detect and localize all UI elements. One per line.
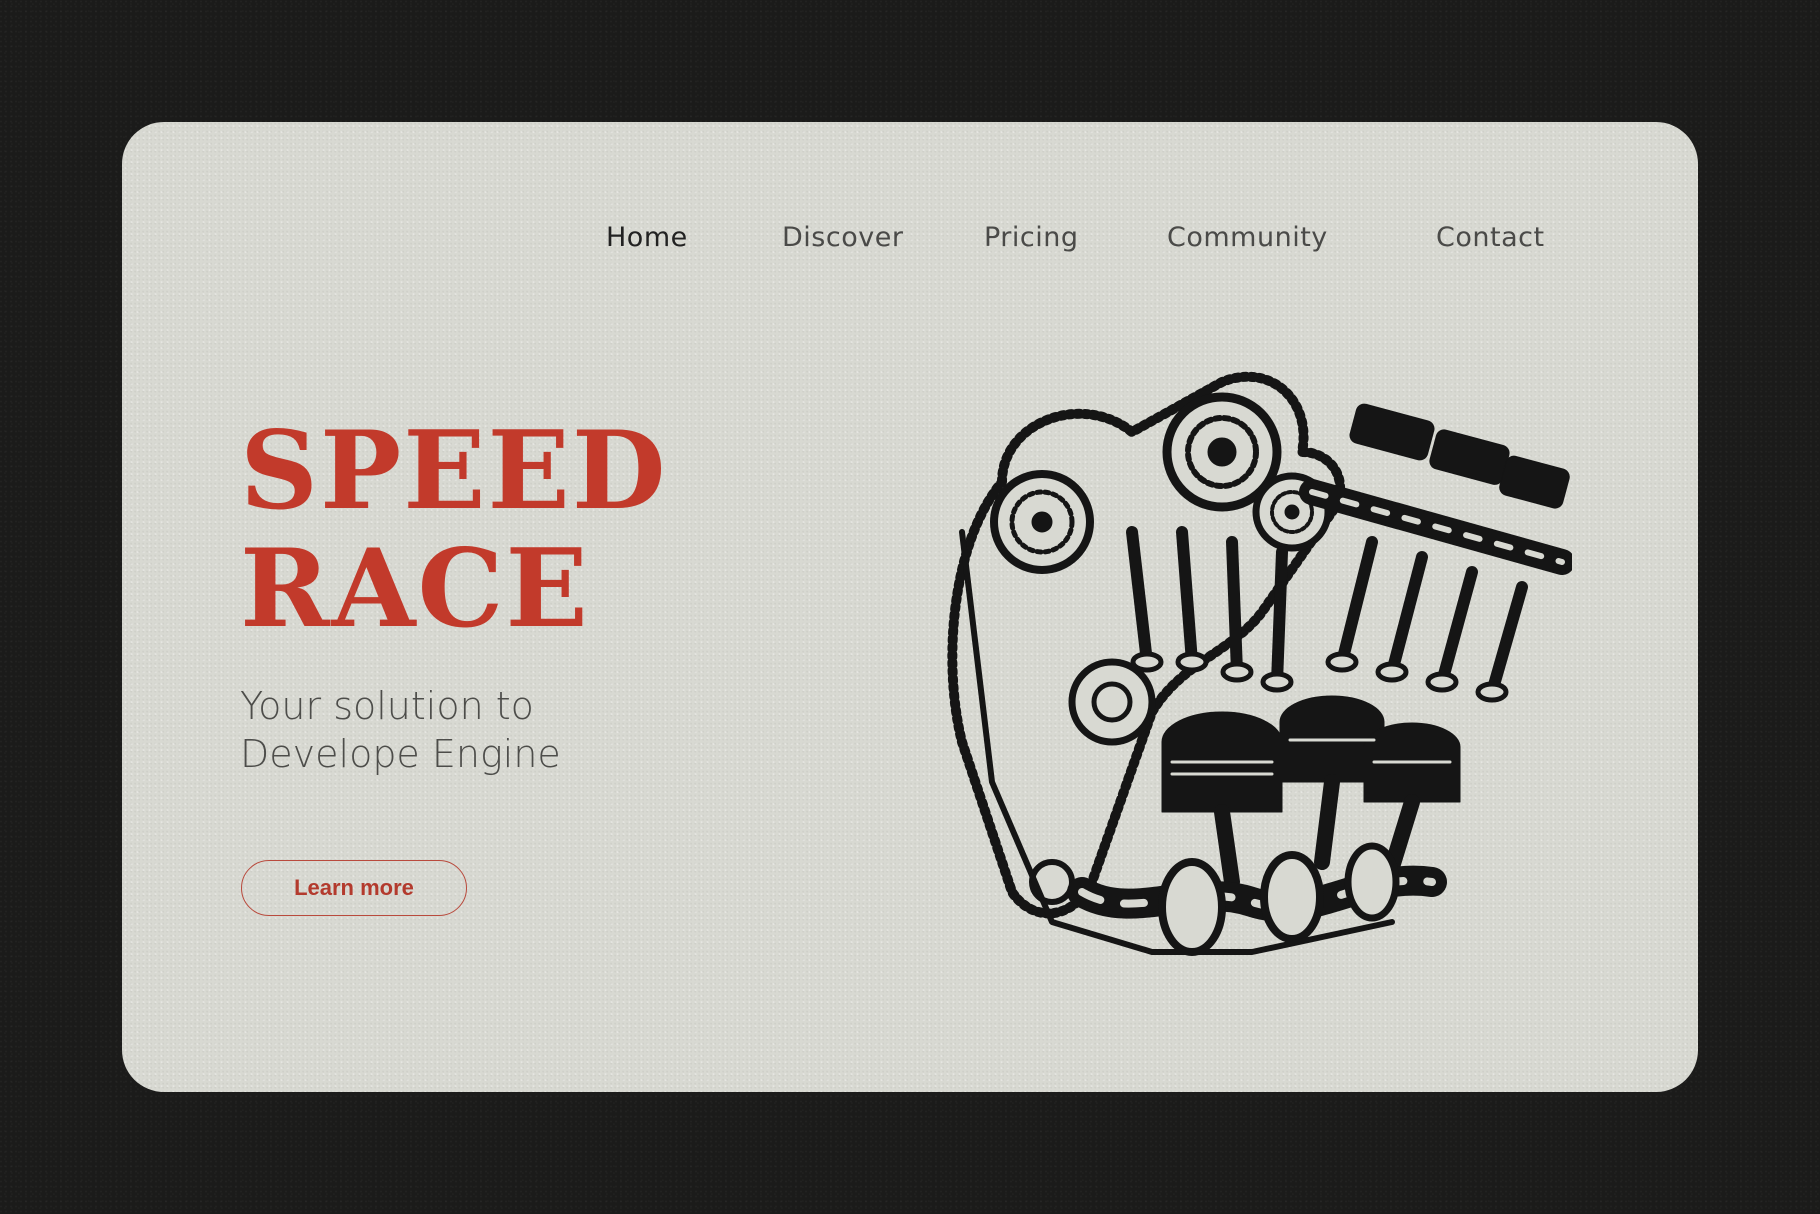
learn-more-button[interactable]: Learn more [241,860,467,916]
hero-title-line-1: SPEED [240,408,668,534]
nav-item-pricing[interactable]: Pricing [984,222,1079,253]
hero-subtitle-line-1: Your solution to [240,684,534,728]
landing-card: Home Discover Pricing Community Contact … [122,122,1698,1092]
hero-subtitle-line-2: Develope Engine [240,732,561,776]
hero-title-line-2: RACE [240,526,590,652]
nav-item-community[interactable]: Community [1167,222,1328,253]
engine-illustration [947,371,1572,956]
nav-item-home[interactable]: Home [606,222,688,253]
hero-subtitle: Your solution to Develope Engine [240,682,561,778]
nav-item-discover[interactable]: Discover [782,222,903,253]
hero-title: SPEED RACE [240,412,668,648]
nav-item-contact[interactable]: Contact [1436,222,1545,253]
top-nav: Home Discover Pricing Community Contact [122,222,1698,282]
